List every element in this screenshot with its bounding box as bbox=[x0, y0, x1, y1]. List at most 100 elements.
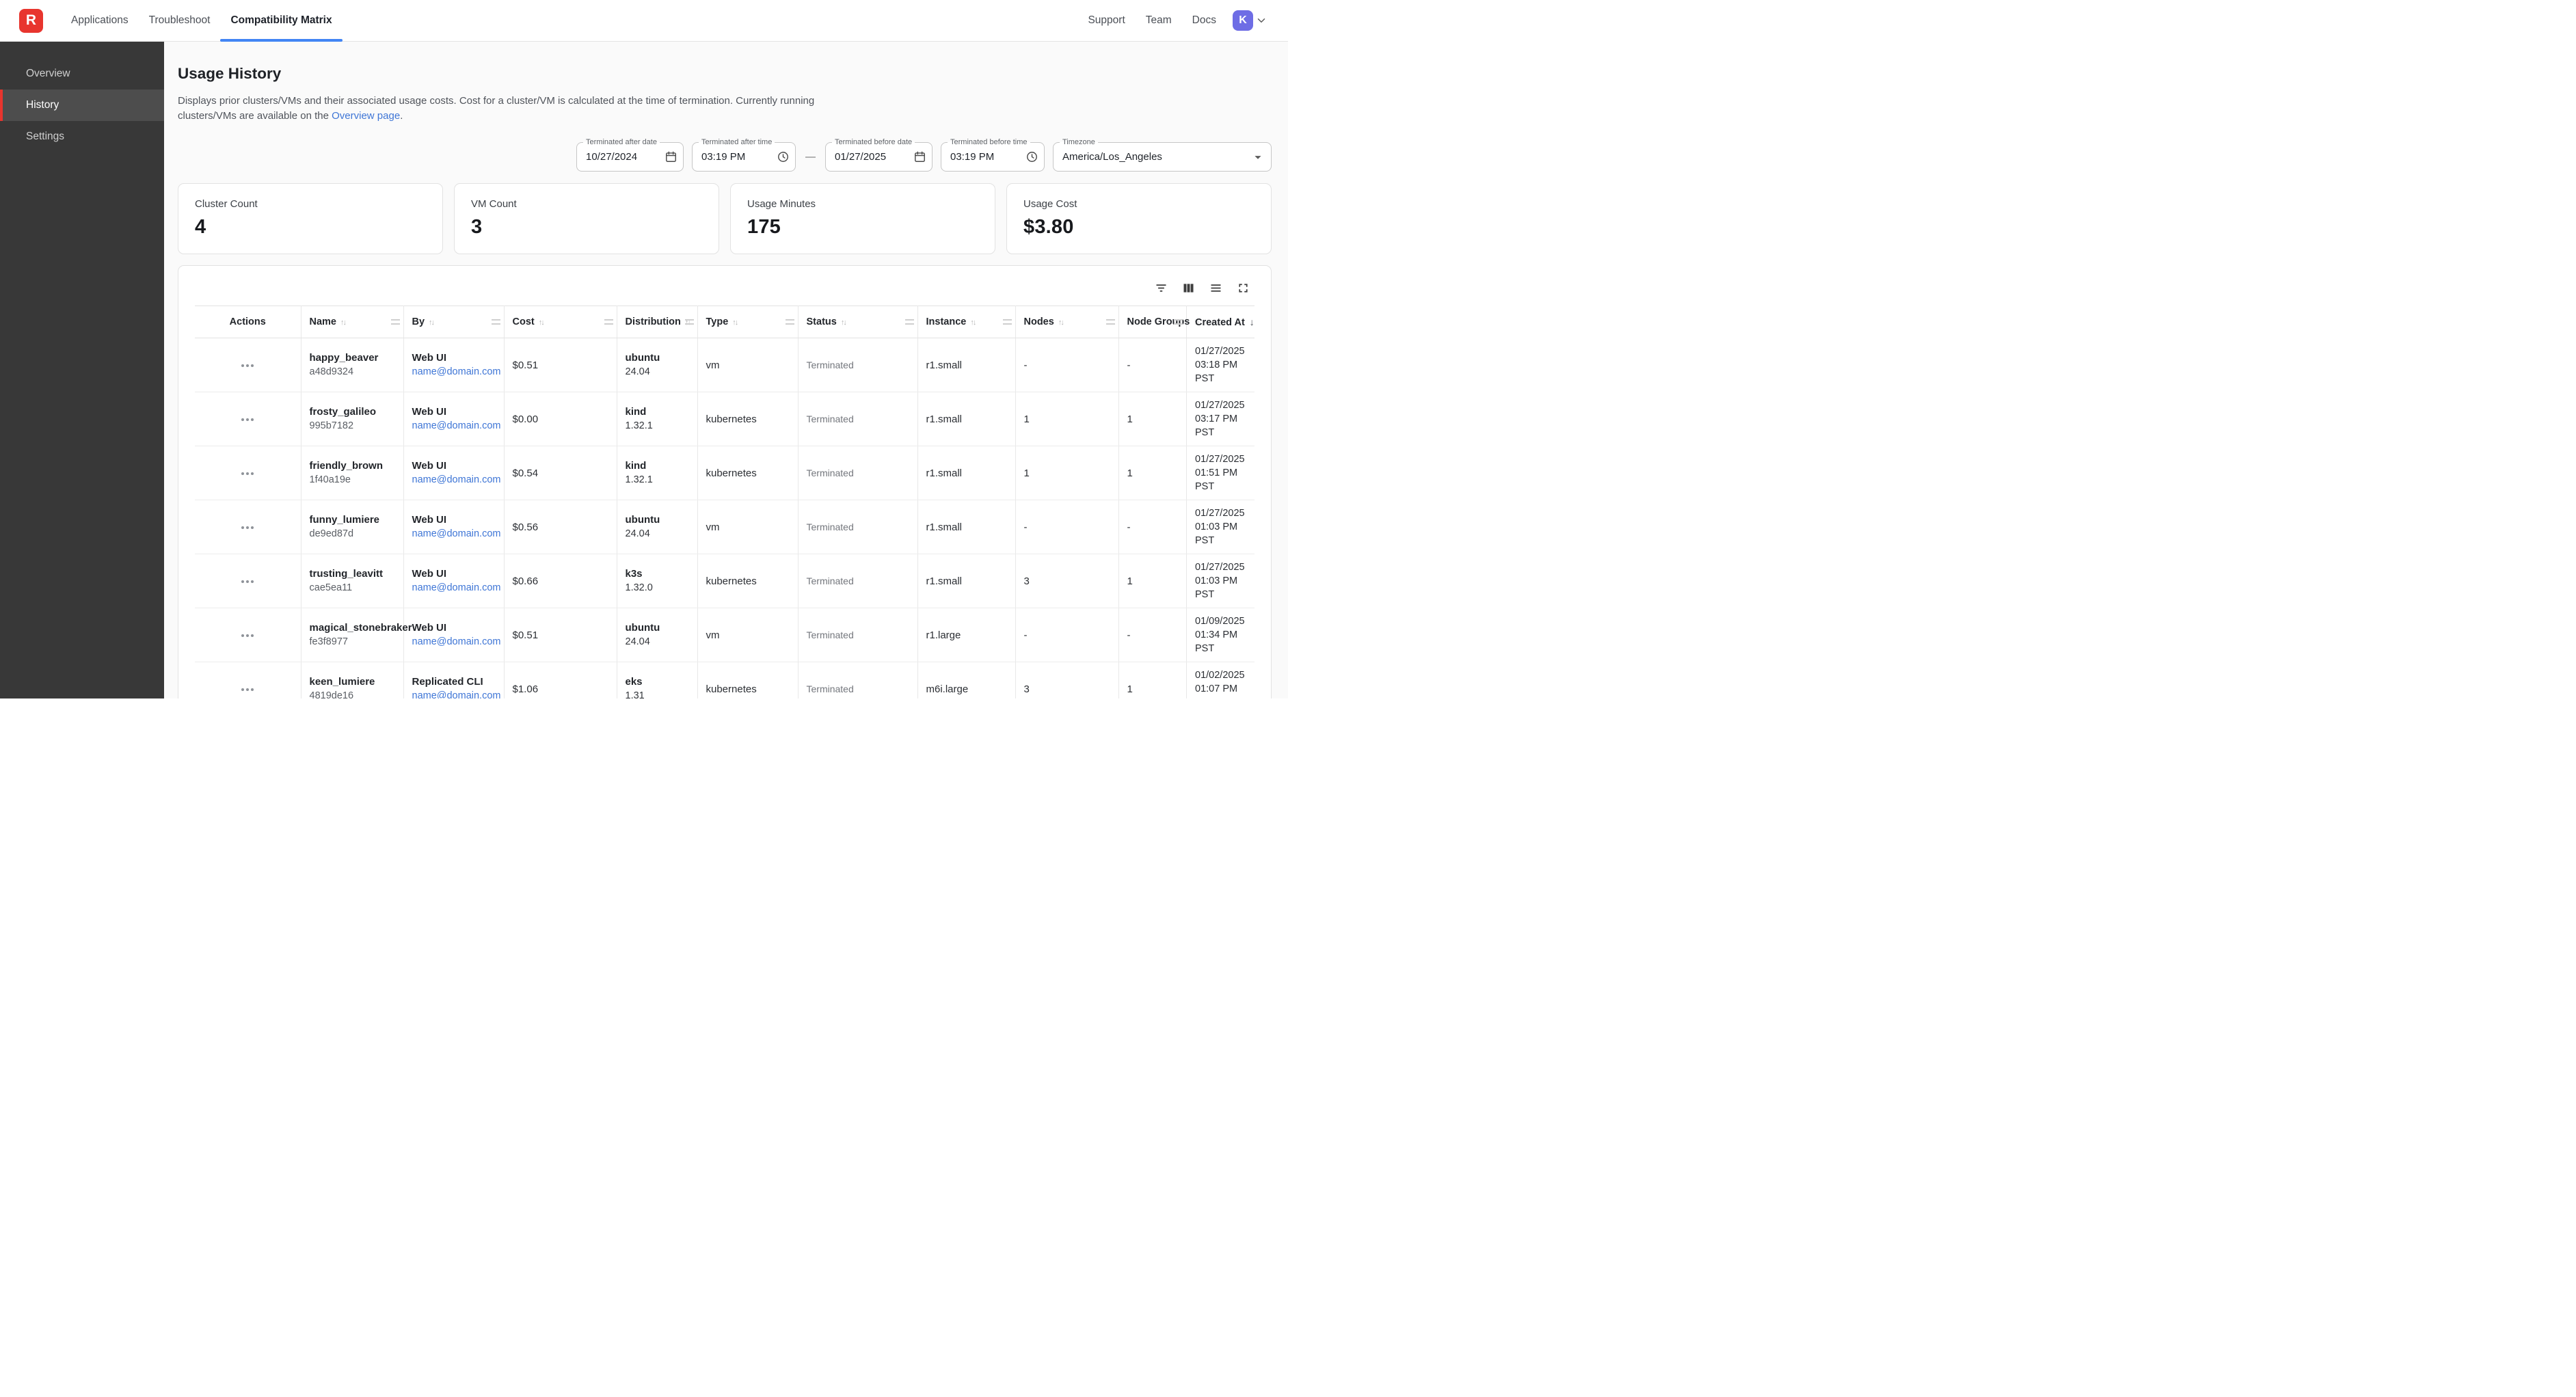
terminated-after-date-field[interactable]: Terminated after date 10/27/2024 bbox=[576, 142, 684, 172]
account-menu-button[interactable]: K bbox=[1233, 0, 1267, 41]
density-button[interactable] bbox=[1205, 278, 1226, 297]
overview-page-link[interactable]: Overview page bbox=[332, 110, 400, 122]
nav-item-compatibility-matrix[interactable]: Compatibility Matrix bbox=[220, 0, 342, 41]
primary-nav: Applications Troubleshoot Compatibility … bbox=[61, 0, 343, 41]
calendar-icon[interactable] bbox=[913, 150, 926, 163]
nav-item-troubleshoot[interactable]: Troubleshoot bbox=[139, 0, 221, 41]
row-actions-button[interactable] bbox=[238, 521, 257, 534]
terminated-before-date-field[interactable]: Terminated before date 01/27/2025 bbox=[825, 142, 933, 172]
nav-item-support[interactable]: Support bbox=[1082, 0, 1130, 41]
cell-cost: $0.54 bbox=[504, 446, 617, 500]
table-row: funny_lumiere de9ed87d Web UI name@domai… bbox=[195, 500, 1255, 554]
cell-created-at: 01/09/2025 01:34 PM PST bbox=[1187, 608, 1255, 662]
cell-type: vm bbox=[697, 500, 798, 554]
cell-name: trusting_leavitt cae5ea11 bbox=[301, 554, 403, 608]
calendar-icon[interactable] bbox=[665, 150, 677, 163]
email-link[interactable]: name@domain.com bbox=[412, 635, 501, 649]
column-resize-handle[interactable] bbox=[905, 319, 914, 325]
email-link[interactable]: name@domain.com bbox=[412, 365, 501, 379]
usage-table-card: Actions Name↑↓ By↑↓ bbox=[178, 265, 1272, 698]
columns-button[interactable] bbox=[1178, 278, 1198, 297]
terminated-before-time-field[interactable]: Terminated before time 03:19 PM bbox=[941, 142, 1045, 172]
table-row: happy_beaver a48d9324 Web UI name@domain… bbox=[195, 338, 1255, 392]
nav-item-applications[interactable]: Applications bbox=[61, 0, 139, 41]
row-actions-button[interactable] bbox=[238, 467, 257, 480]
column-resize-handle[interactable] bbox=[492, 319, 500, 325]
column-header-name[interactable]: Name↑↓ bbox=[301, 306, 403, 338]
email-link[interactable]: name@domain.com bbox=[412, 527, 501, 541]
caret-down-icon bbox=[1250, 150, 1265, 165]
cell-by: Web UI name@domain.com bbox=[403, 500, 504, 554]
secondary-nav: Support Team Docs bbox=[1082, 0, 1222, 41]
fullscreen-button[interactable] bbox=[1233, 278, 1253, 297]
cell-node-groups: - bbox=[1118, 608, 1187, 662]
filter-button[interactable] bbox=[1151, 278, 1171, 297]
column-header-created-at[interactable]: Created At↓ bbox=[1187, 306, 1255, 338]
terminated-after-time-field[interactable]: Terminated after time 03:19 PM bbox=[692, 142, 796, 172]
cell-created-at: 01/27/2025 01:51 PM PST bbox=[1187, 446, 1255, 500]
sidebar-item-overview[interactable]: Overview bbox=[0, 58, 164, 90]
clock-icon[interactable] bbox=[777, 150, 790, 163]
cell-distribution: k3s 1.32.0 bbox=[617, 554, 697, 608]
column-header-cost[interactable]: Cost↑↓ bbox=[504, 306, 617, 338]
filter-icon bbox=[1154, 281, 1168, 295]
column-resize-handle[interactable] bbox=[1174, 319, 1183, 325]
cell-name: keen_lumiere 4819de16 bbox=[301, 662, 403, 699]
row-actions-button[interactable] bbox=[238, 359, 257, 372]
email-link[interactable]: name@domain.com bbox=[412, 419, 501, 433]
sidebar-item-settings[interactable]: Settings bbox=[0, 121, 164, 152]
column-resize-handle[interactable] bbox=[604, 319, 613, 325]
cell-distribution: kind 1.32.1 bbox=[617, 392, 697, 446]
cell-node-groups: 1 bbox=[1118, 662, 1187, 699]
table-row: friendly_brown 1f40a19e Web UI name@doma… bbox=[195, 446, 1255, 500]
cell-status: Terminated bbox=[798, 338, 917, 392]
replicated-logo[interactable]: R bbox=[19, 9, 43, 33]
sidebar-item-history[interactable]: History bbox=[0, 90, 164, 121]
status-badge: Terminated bbox=[807, 521, 854, 532]
sort-desc-icon: ↓ bbox=[1250, 316, 1255, 327]
status-badge: Terminated bbox=[807, 360, 854, 370]
email-link[interactable]: name@domain.com bbox=[412, 581, 501, 595]
column-resize-handle[interactable] bbox=[1106, 319, 1115, 325]
cell-by: Web UI name@domain.com bbox=[403, 446, 504, 500]
nav-item-docs[interactable]: Docs bbox=[1187, 0, 1222, 41]
sort-icon: ↑↓ bbox=[539, 318, 544, 327]
column-resize-handle[interactable] bbox=[685, 319, 694, 325]
cell-nodes: 1 bbox=[1015, 446, 1118, 500]
stat-usage-minutes: Usage Minutes 175 bbox=[730, 183, 995, 254]
row-actions-button[interactable] bbox=[238, 413, 257, 426]
column-header-actions[interactable]: Actions bbox=[195, 306, 301, 338]
column-header-by[interactable]: By↑↓ bbox=[403, 306, 504, 338]
column-header-distribution[interactable]: Distribution↑↓ bbox=[617, 306, 697, 338]
email-link[interactable]: name@domain.com bbox=[412, 473, 501, 487]
cell-cost: $0.56 bbox=[504, 500, 617, 554]
column-header-nodes[interactable]: Nodes↑↓ bbox=[1015, 306, 1118, 338]
chevron-down-icon bbox=[1255, 14, 1267, 27]
cell-distribution: ubuntu 24.04 bbox=[617, 500, 697, 554]
row-actions-button[interactable] bbox=[238, 629, 257, 642]
cell-instance: r1.small bbox=[917, 500, 1015, 554]
column-header-instance[interactable]: Instance↑↓ bbox=[917, 306, 1015, 338]
row-actions-button[interactable] bbox=[238, 683, 257, 696]
row-actions-button[interactable] bbox=[238, 575, 257, 588]
stat-cluster-count: Cluster Count 4 bbox=[178, 183, 443, 254]
column-resize-handle[interactable] bbox=[1003, 319, 1012, 325]
cell-node-groups: - bbox=[1118, 338, 1187, 392]
cell-instance: r1.small bbox=[917, 338, 1015, 392]
column-resize-handle[interactable] bbox=[391, 319, 400, 325]
column-header-type[interactable]: Type↑↓ bbox=[697, 306, 798, 338]
nav-item-team[interactable]: Team bbox=[1140, 0, 1177, 41]
logo-letter: R bbox=[26, 12, 36, 29]
cell-distribution: kind 1.32.1 bbox=[617, 446, 697, 500]
email-link[interactable]: name@domain.com bbox=[412, 689, 501, 698]
column-resize-handle[interactable] bbox=[786, 319, 794, 325]
table-row: trusting_leavitt cae5ea11 Web UI name@do… bbox=[195, 554, 1255, 608]
sort-icon: ↑↓ bbox=[1058, 318, 1063, 327]
column-header-status[interactable]: Status↑↓ bbox=[798, 306, 917, 338]
cell-node-groups: 1 bbox=[1118, 446, 1187, 500]
clock-icon[interactable] bbox=[1025, 150, 1038, 163]
cell-cost: $0.51 bbox=[504, 338, 617, 392]
column-header-node-groups[interactable]: Node Groups↑↓ bbox=[1118, 306, 1187, 338]
timezone-select[interactable]: Timezone America/Los_Angeles bbox=[1053, 142, 1272, 172]
density-icon bbox=[1209, 281, 1223, 295]
